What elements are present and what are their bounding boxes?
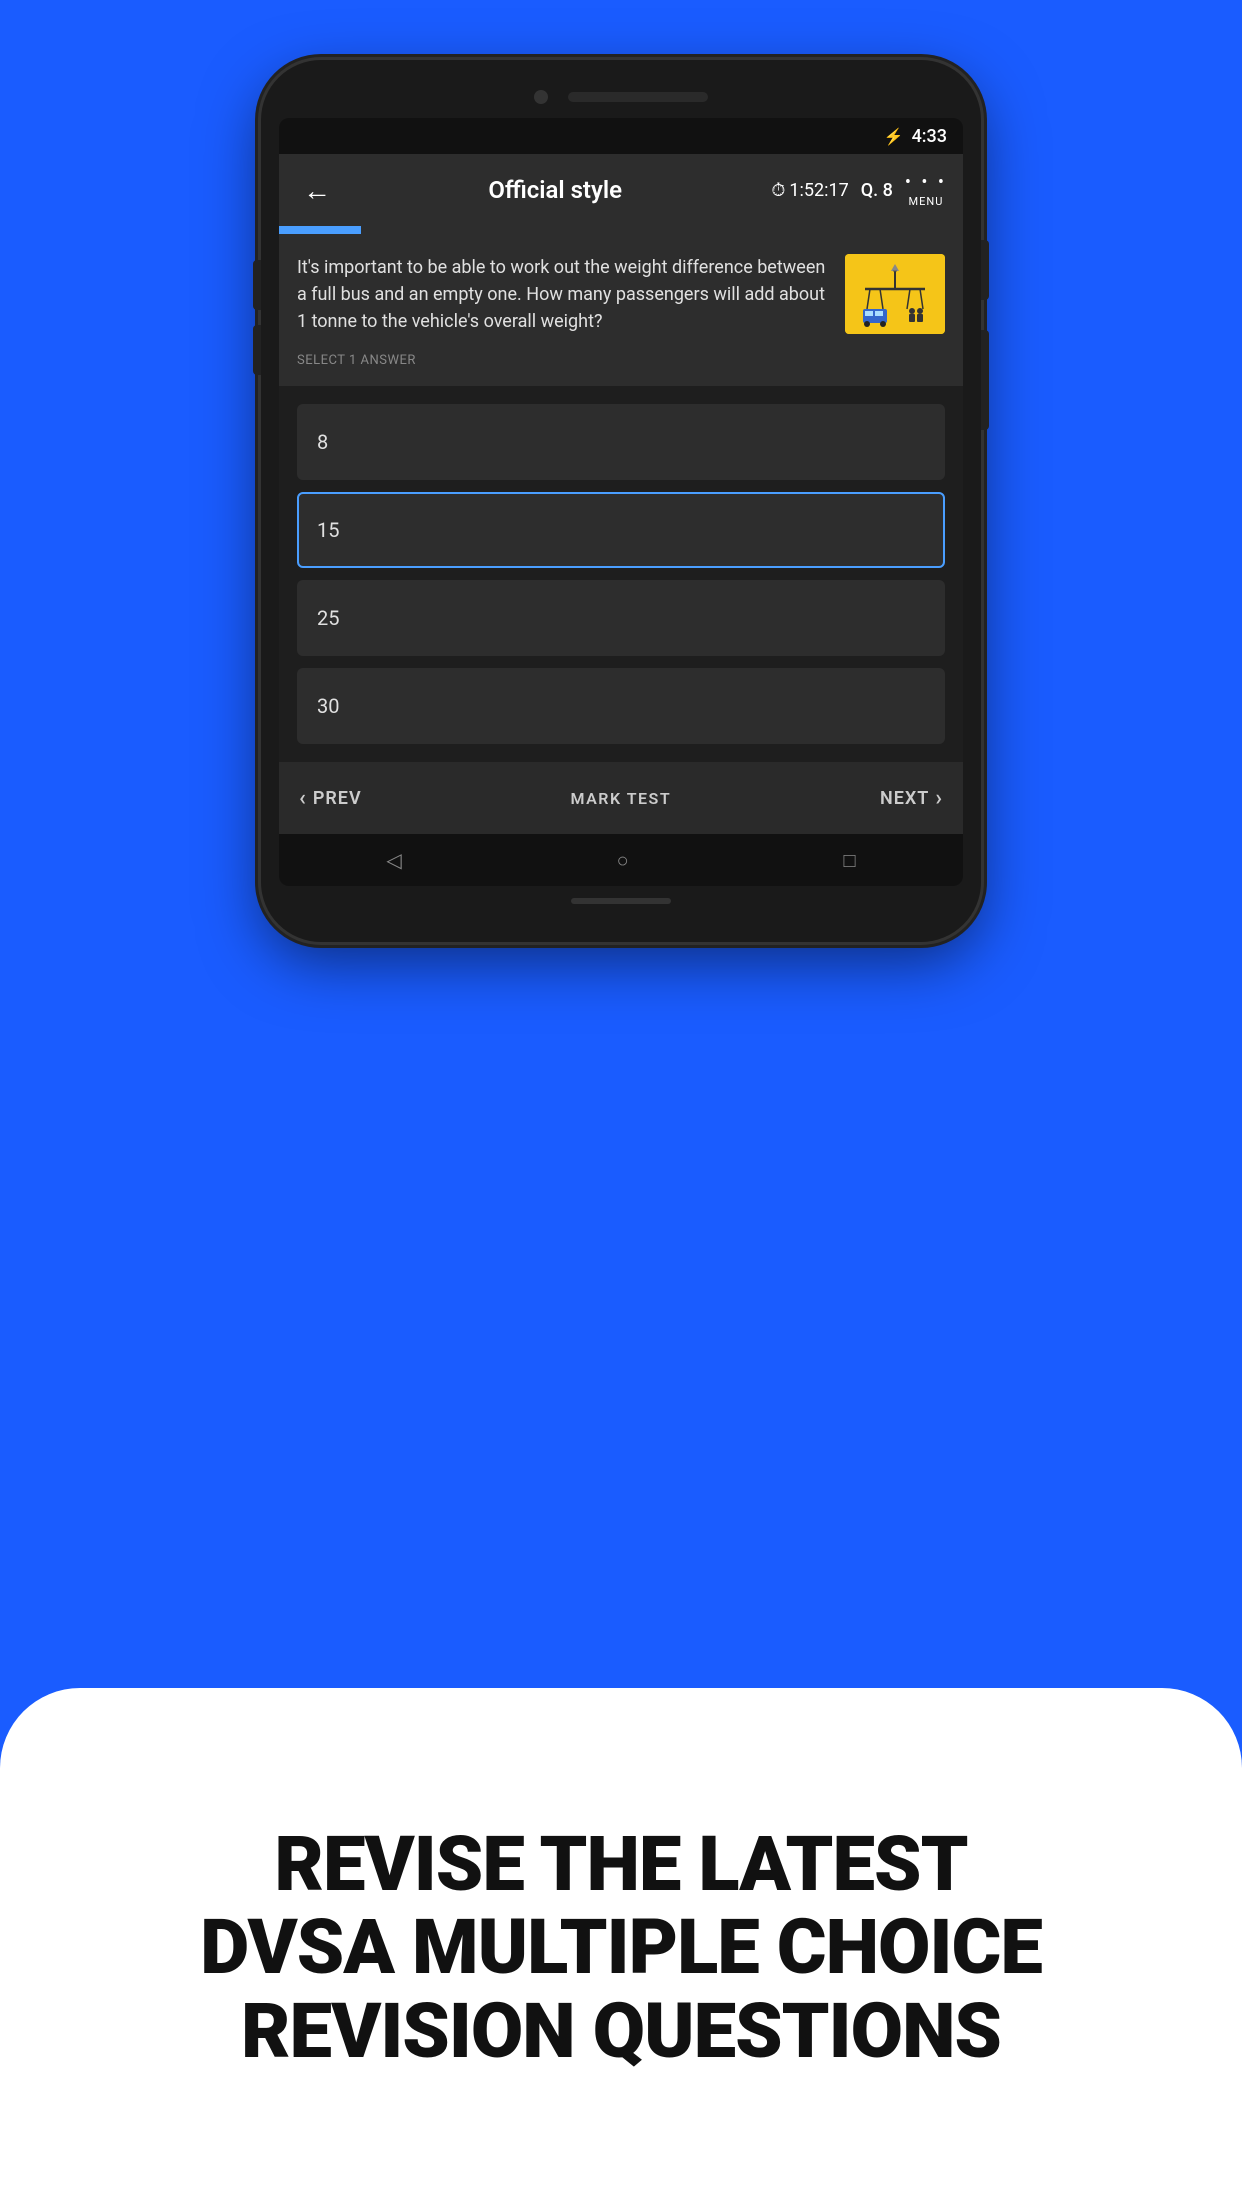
timer-value: 1:52:17 bbox=[789, 180, 848, 201]
phone-home-bar bbox=[571, 898, 671, 904]
select-label: SELECT 1 ANSWER bbox=[297, 353, 416, 368]
answer-value-b: 15 bbox=[317, 518, 339, 542]
speaker-bar bbox=[568, 92, 708, 102]
promo-line1: REVISE THE LATEST bbox=[274, 1819, 967, 1909]
progress-bar bbox=[279, 226, 361, 234]
answer-value-a: 8 bbox=[317, 430, 328, 454]
android-back-icon[interactable]: ◁ bbox=[386, 848, 401, 872]
next-arrow-icon: › bbox=[935, 786, 943, 811]
question-number: Q. 8 bbox=[861, 180, 893, 201]
promo-line3: REVISION QUESTIONS bbox=[241, 1986, 1001, 2076]
status-time: 4:33 bbox=[912, 126, 947, 147]
next-button[interactable]: NEXT › bbox=[880, 786, 943, 811]
phone-device: ⚡ 4:33 ← Official style ⏱ 1:52:17 Q. 8 •… bbox=[261, 60, 981, 942]
answer-option-b[interactable]: 15 bbox=[297, 492, 945, 568]
android-home-icon[interactable]: ○ bbox=[617, 848, 629, 873]
answers-section: 8 15 25 30 bbox=[279, 386, 963, 762]
answer-option-d[interactable]: 30 bbox=[297, 668, 945, 744]
mark-label: MARK TEST bbox=[570, 789, 671, 808]
camera-dot bbox=[534, 90, 548, 104]
bus-scale-illustration bbox=[845, 254, 945, 334]
promo-section: REVISE THE LATEST DVSA MULTIPLE CHOICE R… bbox=[0, 1688, 1242, 2208]
next-label: NEXT bbox=[880, 788, 929, 809]
back-button[interactable]: ← bbox=[295, 166, 339, 215]
promo-text: REVISE THE LATEST DVSA MULTIPLE CHOICE R… bbox=[140, 1823, 1102, 2074]
status-bar: ⚡ 4:33 bbox=[279, 118, 963, 154]
question-area: It's important to be able to work out th… bbox=[279, 234, 963, 386]
promo-line2: DVSA MULTIPLE CHOICE bbox=[200, 1902, 1042, 1992]
timer-display: ⏱ 1:52:17 bbox=[771, 180, 848, 201]
android-nav-bar: ◁ ○ □ bbox=[279, 834, 963, 886]
battery-icon: ⚡ bbox=[884, 127, 904, 146]
phone-bottom-bar bbox=[279, 886, 963, 922]
menu-dots-icon: • • • bbox=[905, 172, 947, 193]
mark-test-button[interactable]: MARK TEST bbox=[570, 789, 671, 808]
app-toolbar: ← Official style ⏱ 1:52:17 Q. 8 • • • ME… bbox=[279, 154, 963, 226]
question-image bbox=[845, 254, 945, 334]
answer-option-a[interactable]: 8 bbox=[297, 404, 945, 480]
android-recents-icon[interactable]: □ bbox=[843, 848, 855, 873]
bottom-nav: ‹ PREV MARK TEST NEXT › bbox=[279, 762, 963, 834]
answer-value-d: 30 bbox=[317, 694, 339, 718]
prev-label: PREV bbox=[313, 788, 362, 809]
menu-button[interactable]: • • • MENU bbox=[905, 172, 947, 208]
answer-option-c[interactable]: 25 bbox=[297, 580, 945, 656]
question-text: It's important to be able to work out th… bbox=[297, 254, 831, 335]
phone-top-bar bbox=[279, 80, 963, 118]
phone-screen: ⚡ 4:33 ← Official style ⏱ 1:52:17 Q. 8 •… bbox=[279, 118, 963, 886]
prev-arrow-icon: ‹ bbox=[299, 786, 307, 811]
timer-icon: ⏱ bbox=[771, 180, 785, 201]
prev-button[interactable]: ‹ PREV bbox=[299, 786, 362, 811]
answer-value-c: 25 bbox=[317, 606, 339, 630]
menu-label: MENU bbox=[909, 195, 944, 208]
progress-container bbox=[279, 226, 963, 234]
toolbar-title: Official style bbox=[351, 176, 759, 204]
